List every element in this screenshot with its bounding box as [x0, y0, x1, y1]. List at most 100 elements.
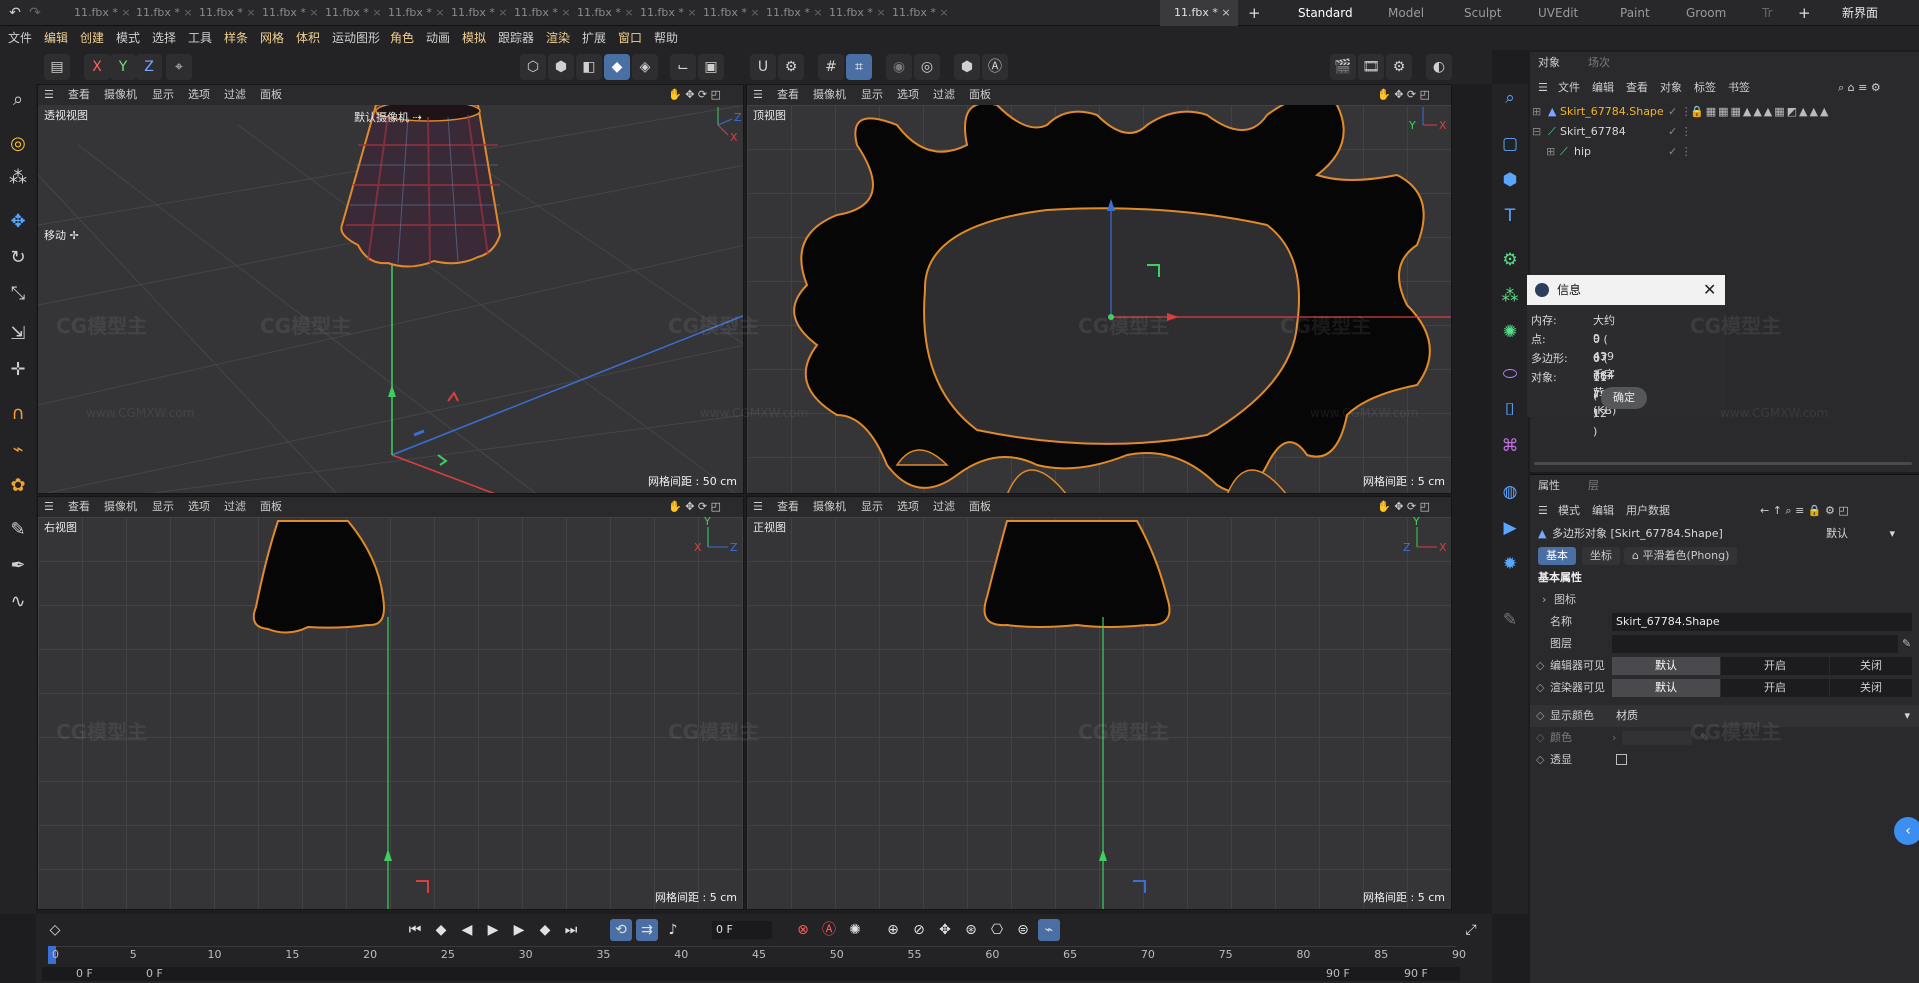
viewport-menu-view[interactable]: 查看 — [777, 85, 799, 105]
attr-menu-edit[interactable]: 编辑 — [1592, 501, 1614, 521]
viewport-menu-filter[interactable]: 过滤 — [224, 85, 246, 105]
axis-mode-icon[interactable]: ⌙ — [670, 54, 696, 80]
axis-y-button[interactable]: Y — [110, 54, 136, 80]
transform-tool-icon[interactable]: ⇲ — [4, 320, 32, 348]
menu-edit[interactable]: 编辑 — [44, 26, 68, 50]
range-end-a[interactable]: 90 F — [1326, 967, 1350, 980]
object-row[interactable]: ⊞ ▲ Skirt_67784.Shape ✓ ⋮ 🔒▦▦▦▲▲▲▦◩▲▲▲ — [1530, 102, 1919, 122]
field-icon[interactable]: ⌷ — [1496, 396, 1524, 424]
new-interface-button[interactable]: 新界面 — [1842, 0, 1878, 26]
object-menu-view[interactable]: 查看 — [1626, 78, 1648, 98]
tab-objects[interactable]: 对象 — [1538, 52, 1560, 74]
menu-animate[interactable]: 动画 — [426, 26, 450, 50]
scale-tool-icon[interactable]: ⤡ — [4, 280, 32, 308]
file-tab[interactable]: 11.fbx * × — [248, 0, 319, 26]
object-visibility-icons[interactable]: ✓ ⋮ — [1668, 102, 1692, 122]
file-tab[interactable]: 11.fbx * × — [500, 0, 571, 26]
viewport-nav-icons[interactable]: ✋ ✥ ⟳ ◰ — [1377, 85, 1430, 105]
play-mode-icon[interactable]: ⇉ — [636, 919, 658, 941]
next-key-icon[interactable]: ◆ — [534, 919, 556, 941]
generator-icon[interactable]: ⚙ — [1496, 246, 1524, 274]
layout-tab-uvedit[interactable]: UVEdit — [1538, 0, 1578, 26]
file-tab[interactable]: 11.fbx * × — [815, 0, 886, 26]
viewport-menu-view[interactable]: 查看 — [68, 497, 90, 517]
viewport-right[interactable]: YZX ☰ 查看 摄像机 显示 选项 过滤 面板 ✋ ✥ ⟳ ◰ 右视图 网格间… — [37, 496, 744, 910]
viewport-menu-camera[interactable]: 摄像机 — [104, 85, 137, 105]
object-menu-file[interactable]: 文件 — [1558, 78, 1580, 98]
viewport-menu-icon[interactable]: ☰ — [753, 85, 763, 105]
render-view-icon[interactable]: ▤ — [44, 54, 70, 80]
menu-window[interactable]: 窗口 — [618, 26, 642, 50]
live-select-icon[interactable]: ◎ — [4, 130, 32, 158]
viewport-menu-options[interactable]: 选项 — [897, 497, 919, 517]
viewport-menu-camera[interactable]: 摄像机 — [104, 497, 137, 517]
text-object-icon[interactable]: T — [1496, 202, 1524, 230]
menu-file[interactable]: 文件 — [8, 26, 32, 50]
render-visible-default[interactable]: 默认 — [1612, 679, 1720, 697]
key-param-icon[interactable]: ⊛ — [960, 919, 982, 941]
grid-snap-icon[interactable]: # — [818, 54, 844, 80]
key-scale-icon[interactable]: ✥ — [934, 919, 956, 941]
menu-character[interactable]: 角色 — [390, 26, 414, 50]
viewport-menu-icon[interactable]: ☰ — [44, 497, 54, 517]
object-visibility-icons[interactable]: ✓ ⋮ — [1668, 122, 1692, 142]
file-tab[interactable]: 11.fbx * × — [878, 0, 949, 26]
brush-icon[interactable]: ✎ — [4, 516, 32, 544]
range-start-b[interactable]: 0 F — [146, 967, 163, 980]
viewport-menu-display[interactable]: 显示 — [861, 85, 883, 105]
subtab-phong[interactable]: ⌂ 平滑着色(Phong) — [1624, 547, 1738, 565]
viewport-menu-view[interactable]: 查看 — [68, 85, 90, 105]
viewport-menu-filter[interactable]: 过滤 — [933, 497, 955, 517]
render-region-icon[interactable]: 🎬 — [1330, 54, 1356, 80]
uv-mode-icon[interactable]: ◈ — [632, 54, 658, 80]
key-pla-icon[interactable]: ⎔ — [986, 919, 1008, 941]
viewport-menu-camera[interactable]: 摄像机 — [813, 85, 846, 105]
object-menu-icon[interactable]: ☰ — [1538, 78, 1548, 98]
file-tab[interactable]: 11.fbx * × — [752, 0, 823, 26]
axis-x-button[interactable]: X — [84, 54, 110, 80]
viewport-menu-display[interactable]: 显示 — [152, 85, 174, 105]
layout-tab-groom[interactable]: Groom — [1686, 0, 1726, 26]
tab-attributes[interactable]: 属性 — [1538, 475, 1560, 497]
file-tab[interactable]: 11.fbx * × — [626, 0, 697, 26]
viewport-perspective[interactable]: YZX ☰ 查看 摄像机 显示 选项 过滤 面板 ✋ ✥ ⟳ ◰ 透视视图 默认… — [37, 84, 744, 494]
workplane-icon[interactable]: ⌗ — [846, 54, 872, 80]
camera-label[interactable]: 默认摄像机 ⇢ — [354, 109, 422, 125]
keyframe-diamond-icon[interactable]: ◇ — [1536, 705, 1544, 727]
menu-extensions[interactable]: 扩展 — [582, 26, 606, 50]
tab-layers[interactable]: 层 — [1588, 475, 1599, 497]
subtab-coord[interactable]: 坐标 — [1582, 547, 1620, 565]
viewport-nav-icons[interactable]: ✋ ✥ ⟳ ◰ — [668, 497, 721, 517]
xray-checkbox[interactable] — [1616, 754, 1627, 765]
play-icon[interactable]: ▶ — [482, 919, 504, 941]
environment-icon[interactable]: ◍ — [1496, 478, 1524, 506]
viewport-menu-display[interactable]: 显示 — [152, 497, 174, 517]
attr-menu-userdata[interactable]: 用户数据 — [1626, 501, 1670, 521]
object-menu-bookmarks[interactable]: 书签 — [1728, 78, 1750, 98]
keyframe-diamond-icon[interactable]: ◇ — [1536, 677, 1544, 699]
chevron-right-icon[interactable]: › — [1542, 589, 1546, 611]
move-tool-icon[interactable]: ✥ — [4, 208, 32, 236]
snap-icon[interactable]: U — [750, 54, 776, 80]
render-settings-icon[interactable]: ⚙ — [1386, 54, 1412, 80]
keyframe-diamond-icon[interactable]: ◇ — [1536, 727, 1544, 749]
viewport-render-icon[interactable]: ◐ — [1426, 54, 1452, 80]
cloner-icon[interactable]: ⁂ — [1496, 282, 1524, 310]
pen-icon[interactable]: ✒ — [4, 552, 32, 580]
points-mode-icon[interactable]: ⬡ — [520, 54, 546, 80]
icon-row[interactable]: › 图标 — [1530, 589, 1919, 611]
expand-icon[interactable]: ⊞ — [1546, 142, 1555, 162]
pencil-icon[interactable]: ✎ — [1902, 633, 1911, 655]
range-bar[interactable] — [42, 967, 1460, 981]
cube-object-icon[interactable]: ⬢ — [1496, 166, 1524, 194]
ok-button[interactable]: 确定 — [1601, 387, 1647, 409]
menu-select[interactable]: 选择 — [152, 26, 176, 50]
chevron-right-icon[interactable]: › — [1612, 727, 1616, 749]
prev-frame-icon[interactable]: ◀ — [456, 919, 478, 941]
editor-visible-off[interactable]: 关闭 — [1830, 657, 1912, 675]
viewport-menu-icon[interactable]: ☰ — [753, 497, 763, 517]
subtab-basic[interactable]: 基本 — [1538, 547, 1576, 565]
range-end-b[interactable]: 90 F — [1404, 967, 1428, 980]
target-icon[interactable]: ◎ — [914, 54, 940, 80]
sketch-icon[interactable]: ∿ — [4, 588, 32, 616]
